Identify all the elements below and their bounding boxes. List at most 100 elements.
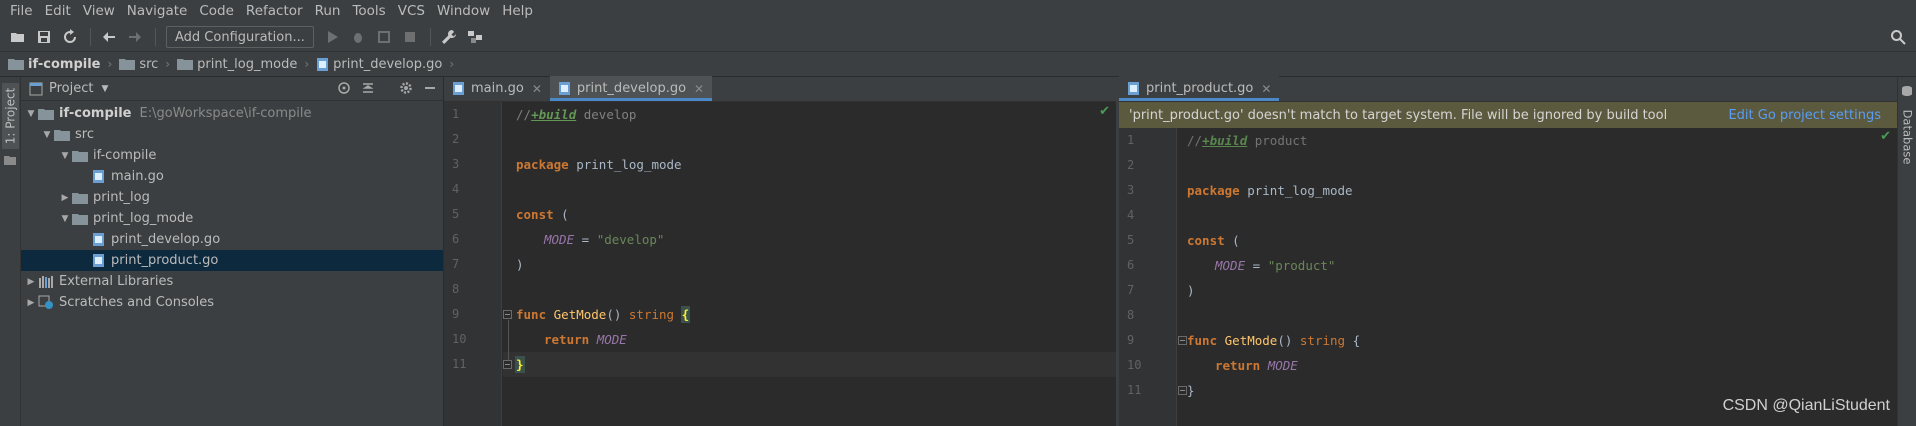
sync-icon[interactable] bbox=[58, 25, 82, 49]
expanded-arrow-icon[interactable]: ▼ bbox=[58, 151, 72, 161]
save-all-icon[interactable] bbox=[32, 25, 56, 49]
expanded-arrow-icon[interactable]: ▼ bbox=[24, 109, 38, 119]
database-tool-tab[interactable]: Database bbox=[1899, 99, 1916, 174]
expanded-arrow-icon[interactable]: ▼ bbox=[40, 130, 54, 140]
fold-marker-icon[interactable] bbox=[1178, 386, 1187, 395]
tab-label: main.go bbox=[471, 81, 524, 96]
project-panel-header: Project ▼ bbox=[21, 77, 443, 101]
wrench-icon[interactable] bbox=[437, 25, 461, 49]
tree-item-label: print_log_mode bbox=[93, 211, 194, 226]
breadcrumb-src[interactable]: src bbox=[119, 57, 158, 72]
expanded-arrow-icon[interactable]: ▼ bbox=[58, 214, 72, 224]
tree-item-print-product-go[interactable]: print_product.go bbox=[21, 250, 443, 271]
project-tree: ▼ if-compile E:\goWorkspace\if-compile ▼… bbox=[21, 101, 443, 313]
back-icon[interactable] bbox=[97, 25, 121, 49]
go-file-icon bbox=[90, 253, 106, 269]
go-file-icon bbox=[558, 82, 570, 95]
menu-view[interactable]: View bbox=[77, 0, 121, 23]
tab-print-develop-go[interactable]: print_develop.go ✕ bbox=[549, 76, 713, 101]
menu-file[interactable]: File bbox=[4, 0, 39, 23]
menu-run[interactable]: Run bbox=[309, 0, 347, 23]
checkmark-icon: ✔ bbox=[1099, 104, 1110, 119]
locate-icon[interactable] bbox=[337, 81, 351, 95]
tab-main-go[interactable]: main.go ✕ bbox=[444, 76, 550, 101]
tab-print-product-go[interactable]: print_product.go ✕ bbox=[1119, 76, 1280, 101]
folder-icon bbox=[54, 127, 70, 143]
collapsed-arrow-icon[interactable]: ▶ bbox=[24, 277, 38, 287]
folder-icon bbox=[177, 59, 194, 70]
breadcrumb-project[interactable]: if-compile bbox=[8, 57, 101, 72]
line-number: 4 bbox=[452, 182, 460, 196]
tab-label: print_product.go bbox=[1146, 81, 1254, 96]
close-icon[interactable]: ✕ bbox=[1261, 82, 1271, 96]
menu-edit[interactable]: Edit bbox=[39, 0, 77, 23]
tree-item-scratches[interactable]: ▶ Scratches and Consoles bbox=[21, 292, 443, 313]
project-panel: Project ▼ ▼ if-compile E:\goWorkspace\if… bbox=[21, 77, 444, 426]
menu-refactor[interactable]: Refactor bbox=[240, 0, 309, 23]
go-file-icon bbox=[1128, 82, 1139, 95]
stop-icon[interactable] bbox=[398, 25, 422, 49]
collapse-all-icon[interactable] bbox=[361, 81, 375, 95]
run-icon[interactable] bbox=[320, 25, 344, 49]
tree-item-label: if-compile bbox=[59, 106, 132, 121]
project-view-icon bbox=[29, 82, 43, 95]
left-gutter: 1 2 3 4 5 6 7 8 9 10 11 bbox=[444, 102, 502, 426]
project-view-selector[interactable]: Project bbox=[49, 81, 93, 96]
collapsed-arrow-icon[interactable]: ▶ bbox=[58, 193, 72, 203]
breadcrumb-file[interactable]: print_develop.go bbox=[316, 57, 442, 72]
chevron-down-icon[interactable]: ▼ bbox=[101, 84, 108, 94]
open-folder-icon[interactable] bbox=[6, 25, 30, 49]
search-icon[interactable] bbox=[1886, 25, 1910, 49]
tree-item-print-develop-go[interactable]: print_develop.go bbox=[21, 229, 443, 250]
tree-item-main-go[interactable]: main.go bbox=[21, 166, 443, 187]
menu-tools[interactable]: Tools bbox=[346, 0, 391, 23]
toolbar-separator bbox=[429, 28, 431, 46]
folder-icon bbox=[72, 190, 88, 206]
menu-bar: File Edit View Navigate Code Refactor Ru… bbox=[0, 0, 1916, 23]
main-toolbar: Add Configuration... bbox=[0, 23, 1916, 52]
left-editor: main.go ✕ print_develop.go ✕ 1 2 3 4 5 6… bbox=[444, 76, 1116, 426]
close-icon[interactable]: ✕ bbox=[694, 82, 704, 96]
code-line-11: } bbox=[515, 356, 525, 373]
line-number: 10 bbox=[452, 332, 467, 346]
coverage-icon[interactable] bbox=[372, 25, 396, 49]
collapsed-arrow-icon[interactable]: ▶ bbox=[24, 298, 38, 308]
project-structure-icon[interactable] bbox=[463, 25, 487, 49]
menu-window[interactable]: Window bbox=[431, 0, 496, 23]
tree-item-root[interactable]: ▼ if-compile E:\goWorkspace\if-compile bbox=[21, 103, 443, 124]
code-line-5: const ( bbox=[1187, 233, 1240, 248]
right-editor-tabs: print_product.go ✕ bbox=[1119, 76, 1897, 102]
tree-item-path: E:\goWorkspace\if-compile bbox=[139, 106, 312, 121]
project-tool-tab[interactable]: 1: Project bbox=[2, 83, 19, 149]
line-number: 2 bbox=[452, 132, 460, 146]
menu-navigate[interactable]: Navigate bbox=[121, 0, 194, 23]
debug-icon[interactable] bbox=[346, 25, 370, 49]
line-number: 9 bbox=[452, 307, 460, 321]
fold-marker-icon[interactable] bbox=[503, 310, 512, 319]
tree-item-print-log-mode[interactable]: ▼ print_log_mode bbox=[21, 208, 443, 229]
tree-item-if-compile[interactable]: ▼ if-compile bbox=[21, 145, 443, 166]
scratches-icon bbox=[38, 295, 54, 311]
tree-item-print-log[interactable]: ▶ print_log bbox=[21, 187, 443, 208]
tree-item-src[interactable]: ▼ src bbox=[21, 124, 443, 145]
menu-code[interactable]: Code bbox=[193, 0, 240, 23]
gear-icon[interactable] bbox=[399, 81, 413, 95]
close-icon[interactable]: ✕ bbox=[532, 82, 542, 96]
minimize-icon[interactable] bbox=[423, 81, 437, 95]
fold-marker-icon[interactable] bbox=[503, 360, 512, 369]
code-line-9: func GetMode() string { bbox=[516, 306, 691, 323]
tree-item-label: src bbox=[75, 127, 94, 142]
breadcrumb-print-log-mode[interactable]: print_log_mode bbox=[177, 57, 297, 72]
navigation-breadcrumb: if-compile › src › print_log_mode › prin… bbox=[0, 52, 1916, 77]
right-tool-strip: Database bbox=[1897, 77, 1916, 426]
code-line-1: //+build product bbox=[1187, 133, 1308, 148]
edit-go-project-settings-link[interactable]: Edit Go project settings bbox=[1728, 108, 1881, 123]
add-configuration-button[interactable]: Add Configuration... bbox=[166, 26, 314, 48]
tree-item-external-libraries[interactable]: ▶ External Libraries bbox=[21, 271, 443, 292]
menu-vcs[interactable]: VCS bbox=[392, 0, 431, 23]
fold-marker-icon[interactable] bbox=[1178, 336, 1187, 345]
go-file-icon bbox=[317, 57, 329, 71]
forward-icon[interactable] bbox=[123, 25, 147, 49]
menu-help[interactable]: Help bbox=[496, 0, 539, 23]
tree-item-label: main.go bbox=[111, 169, 164, 184]
